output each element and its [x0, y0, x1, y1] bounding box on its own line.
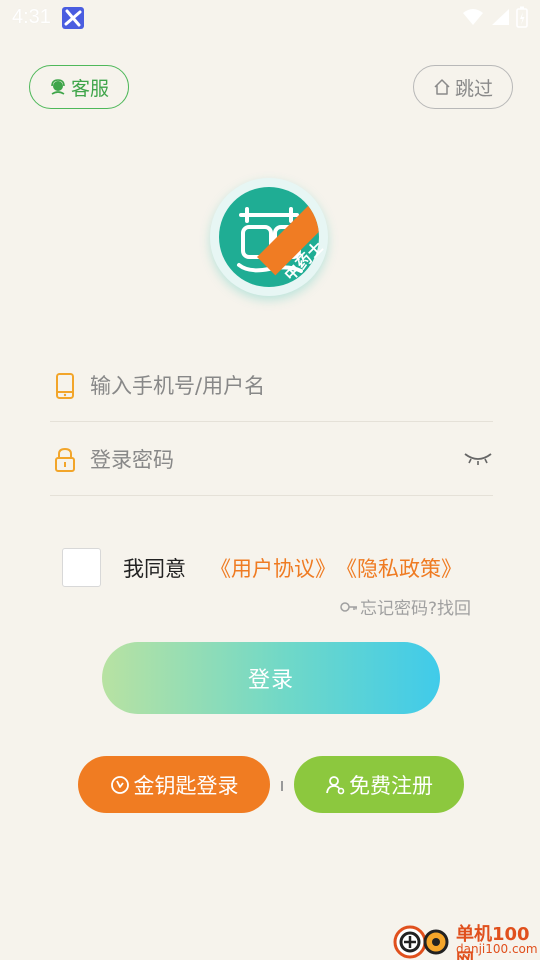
home-icon — [434, 79, 450, 95]
login-label: 登录 — [247, 668, 294, 693]
user-add-icon — [326, 775, 345, 794]
skip-button[interactable]: 跳过 — [413, 65, 513, 109]
phone-field — [50, 350, 493, 422]
lock-icon — [52, 445, 78, 475]
skip-label: 跳过 — [454, 77, 493, 100]
phone-icon — [52, 371, 78, 401]
forgot-password-link[interactable]: 忘记密码?找回 — [340, 594, 471, 619]
app-notification-icon — [62, 7, 84, 29]
phone-input[interactable] — [90, 373, 450, 398]
golden-key-label: 金钥匙登录 — [133, 773, 239, 798]
user-agreement-link[interactable]: 《用户协议》 — [210, 553, 336, 583]
signal-icon — [492, 9, 509, 25]
agreement-row: 我同意 《用户协议》 《隐私政策》 — [62, 548, 462, 587]
login-button[interactable]: 登录 — [102, 642, 440, 714]
battery-icon — [516, 6, 528, 28]
customer-service-label: 客服 — [70, 77, 109, 100]
status-time: 4:31 — [12, 6, 51, 28]
register-button[interactable]: 免费注册 — [294, 756, 464, 813]
key-circle-icon — [110, 775, 129, 794]
watermark-text-en: danji100.com — [456, 942, 538, 956]
register-label: 免费注册 — [349, 773, 433, 798]
headset-icon — [51, 79, 65, 95]
key-icon — [340, 601, 357, 612]
agree-checkbox[interactable] — [62, 548, 101, 587]
password-input[interactable] — [90, 447, 450, 472]
golden-key-login-button[interactable]: 金钥匙登录 — [78, 756, 270, 813]
watermark: 单机100网 danji100.com — [390, 918, 540, 960]
customer-service-button[interactable]: 客服 — [29, 65, 129, 109]
forgot-password-label: 忘记密码?找回 — [360, 599, 472, 619]
agree-label: 我同意 — [123, 556, 186, 581]
wifi-icon — [463, 9, 483, 25]
password-field — [50, 424, 493, 496]
button-divider — [281, 781, 283, 791]
watermark-logo-icon — [393, 925, 449, 959]
status-icons — [462, 6, 528, 28]
eye-closed-icon[interactable] — [463, 448, 493, 472]
privacy-policy-link[interactable]: 《隐私政策》 — [336, 553, 462, 583]
status-bar: 4:31 — [0, 0, 540, 36]
